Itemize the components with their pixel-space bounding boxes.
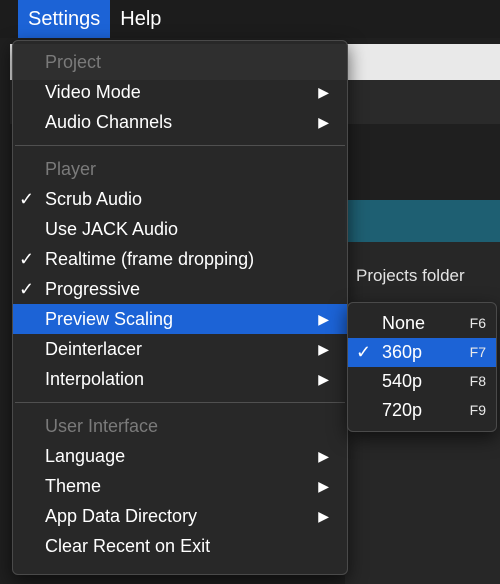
menu-item-preview-scaling[interactable]: Preview Scaling ▶ <box>13 304 347 334</box>
submenu-item-label: 720p <box>382 400 423 420</box>
submenu-item-label: 360p <box>382 342 423 362</box>
menu-item-realtime[interactable]: ✓ Realtime (frame dropping) <box>13 244 347 274</box>
menu-item-label: App Data Directory <box>45 506 198 526</box>
shortcut-label: F6 <box>469 315 486 331</box>
menu-item-label: Video Mode <box>45 82 141 102</box>
settings-menu: Project Video Mode ▶ Audio Channels ▶ Pl… <box>12 40 348 575</box>
arrow-right-icon: ▶ <box>318 371 329 387</box>
arrow-right-icon: ▶ <box>318 84 329 100</box>
preview-scaling-submenu: None F6 ✓ 360p F7 540p F8 720p F9 <box>347 302 497 432</box>
submenu-item-360p[interactable]: ✓ 360p F7 <box>348 338 496 367</box>
section-header-player: Player <box>45 159 97 179</box>
menu-item-label: Clear Recent on Exit <box>45 536 211 556</box>
background-teal-bar <box>345 200 500 242</box>
submenu-item-540p[interactable]: 540p F8 <box>348 367 496 396</box>
submenu-item-720p[interactable]: 720p F9 <box>348 396 496 425</box>
menu-item-progressive[interactable]: ✓ Progressive <box>13 274 347 304</box>
menu-item-label: Audio Channels <box>45 112 173 132</box>
menu-item-label: Scrub Audio <box>45 189 143 209</box>
submenu-item-label: None <box>382 313 426 333</box>
menu-item-language[interactable]: Language ▶ <box>13 441 347 471</box>
menu-item-theme[interactable]: Theme ▶ <box>13 471 347 501</box>
menu-item-label: Theme <box>45 476 102 496</box>
menubar-settings[interactable]: Settings <box>18 0 111 38</box>
shortcut-label: F9 <box>469 402 486 418</box>
section-header-user-interface: User Interface <box>45 416 159 436</box>
shortcut-label: F8 <box>469 373 486 389</box>
menu-item-interpolation[interactable]: Interpolation ▶ <box>13 364 347 394</box>
checkmark-icon: ✓ <box>19 249 35 269</box>
menu-item-label: Deinterlacer <box>45 339 143 359</box>
arrow-right-icon: ▶ <box>318 311 329 327</box>
menu-item-label: Language <box>45 446 126 466</box>
projects-folder-label: Projects folder <box>356 266 465 285</box>
menu-item-video-mode[interactable]: Video Mode ▶ <box>13 77 347 107</box>
menu-item-label: Use JACK Audio <box>45 219 179 239</box>
menu-item-label: Realtime (frame dropping) <box>45 249 255 269</box>
arrow-right-icon: ▶ <box>318 478 329 494</box>
menu-item-label: Interpolation <box>45 369 145 389</box>
menu-item-audio-channels[interactable]: Audio Channels ▶ <box>13 107 347 137</box>
menu-separator <box>15 402 345 403</box>
checkmark-icon: ✓ <box>19 189 35 209</box>
submenu-item-none[interactable]: None F6 <box>348 309 496 338</box>
menu-item-label: Progressive <box>45 279 141 299</box>
section-header-project: Project <box>45 52 102 72</box>
arrow-right-icon: ▶ <box>318 448 329 464</box>
menu-item-deinterlacer[interactable]: Deinterlacer ▶ <box>13 334 347 364</box>
menu-item-label: Preview Scaling <box>45 309 174 329</box>
arrow-right-icon: ▶ <box>318 341 329 357</box>
checkmark-icon: ✓ <box>19 279 35 299</box>
menu-item-scrub-audio[interactable]: ✓ Scrub Audio <box>13 184 347 214</box>
submenu-item-label: 540p <box>382 371 423 391</box>
menu-item-clear-recent-on-exit[interactable]: Clear Recent on Exit <box>13 531 347 561</box>
checkmark-icon: ✓ <box>356 342 372 362</box>
arrow-right-icon: ▶ <box>318 114 329 130</box>
menu-separator <box>15 145 345 146</box>
menu-item-use-jack-audio[interactable]: Use JACK Audio <box>13 214 347 244</box>
arrow-right-icon: ▶ <box>318 508 329 524</box>
menu-bar: Settings Help <box>0 0 500 38</box>
menubar-help[interactable]: Help <box>110 0 171 38</box>
menu-item-app-data-directory[interactable]: App Data Directory ▶ <box>13 501 347 531</box>
shortcut-label: F7 <box>469 344 486 360</box>
